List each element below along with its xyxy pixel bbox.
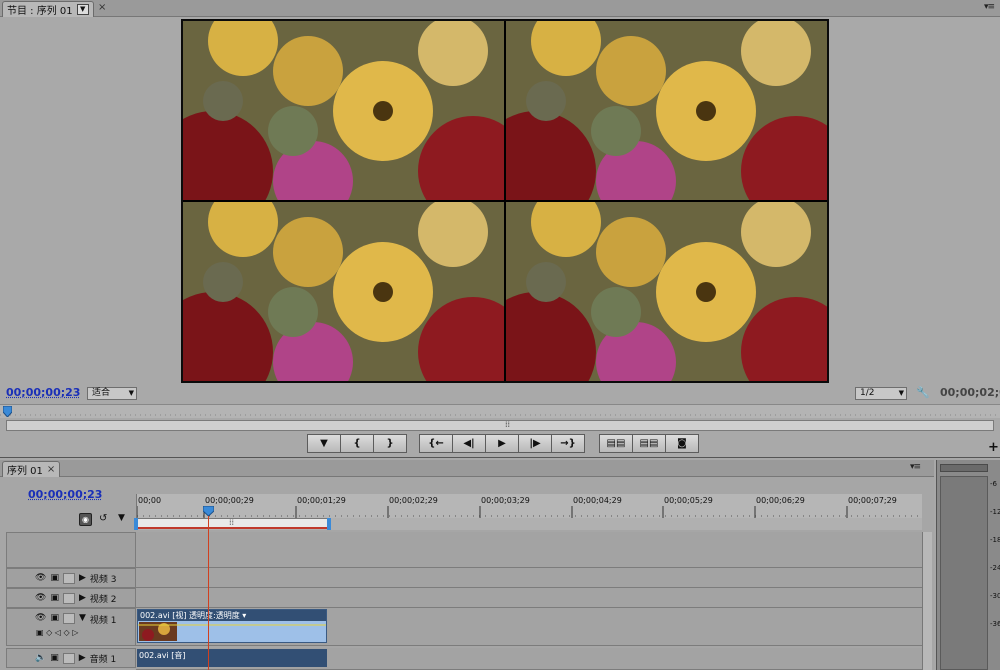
track-spacer — [136, 532, 922, 568]
meter-label: -30 — [990, 592, 1000, 600]
meter-label: -6 — [990, 480, 997, 488]
go-to-in-button[interactable]: {← — [419, 434, 453, 453]
video-grid — [183, 21, 827, 381]
step-back-button[interactable]: ◀| — [452, 434, 486, 453]
video-clip-label: 002.avi [视] 透明度:透明度 ▾ — [138, 610, 326, 621]
mark-out-button[interactable]: } — [373, 434, 407, 453]
edit-button-group: ▤▤ ▤▤ ◙ — [599, 434, 699, 453]
meter-label: -18 — [990, 536, 1000, 544]
work-area-bar[interactable]: ⁞⁞ — [136, 518, 329, 529]
playhead-line — [208, 510, 209, 670]
video-tile — [506, 21, 827, 200]
add-button[interactable]: + — [988, 440, 999, 455]
grip-icon: ⁞⁞ — [229, 518, 235, 527]
expand-arrow-icon[interactable]: ▶ — [79, 653, 86, 663]
speaker-icon[interactable]: 🔈 — [35, 653, 46, 663]
monitor-zoom-scrollbar[interactable]: ⁞⁞ — [6, 420, 994, 431]
video-tile — [506, 202, 827, 381]
video-tile — [183, 21, 504, 200]
track-name: 视频 3 — [89, 574, 117, 585]
keyframe-display-icon[interactable]: ▣ ◇ ◁ ◇ ▷ — [36, 628, 78, 637]
timeline-tab-bar: 序列 01 × ▾≡ — [0, 460, 934, 477]
track-target-toggle[interactable] — [62, 572, 75, 584]
lock-icon[interactable]: ▣ — [50, 613, 59, 623]
timeline-current-timecode[interactable]: 00;00;00;23 — [28, 488, 102, 501]
track-name: 音频 1 — [89, 654, 117, 665]
lock-icon[interactable]: ▣ — [50, 593, 59, 603]
tab-dropdown-button[interactable]: ▼ — [76, 4, 89, 15]
link-icon[interactable]: ↺ — [99, 513, 107, 524]
track-video3[interactable] — [136, 568, 922, 588]
track-header-video3[interactable]: 👁 ▣ ▶ 视频 3 — [6, 568, 136, 588]
snap-icon[interactable]: ◉ — [79, 513, 92, 526]
close-icon[interactable]: × — [98, 2, 106, 13]
meter-label: -36 — [990, 620, 1000, 628]
track-header-video1[interactable]: 👁 ▣ ▼ 视频 1 — [6, 608, 136, 646]
video-tile — [183, 202, 504, 381]
panel-menu-icon[interactable]: ▾≡ — [984, 2, 995, 12]
expand-arrow-icon[interactable]: ▶ — [79, 593, 86, 603]
monitor-current-timecode[interactable]: 00;00;00;23 — [6, 386, 80, 399]
work-area-end-handle[interactable] — [327, 518, 331, 530]
video-clip[interactable]: 002.avi [视] 透明度:透明度 ▾ — [137, 609, 327, 643]
mark-in-button[interactable]: { — [340, 434, 374, 453]
tab-label: 节目 : 序列 01 — [7, 6, 73, 17]
chevron-down-icon: ▼ — [898, 389, 904, 397]
export-frame-button[interactable]: ◙ — [665, 434, 699, 453]
tab-sequence-01[interactable]: 序列 01 × — [2, 461, 61, 477]
meter-label: -12 — [990, 508, 1000, 516]
timeline-vertical-scrollbar[interactable] — [922, 532, 932, 670]
track-video2[interactable] — [136, 588, 922, 608]
go-to-out-button[interactable]: →} — [551, 434, 585, 453]
work-area-start-handle[interactable] — [134, 518, 138, 530]
playhead-marker-icon[interactable] — [3, 406, 12, 417]
track-name: 视频 2 — [89, 594, 117, 605]
chevron-down-icon: ▼ — [128, 389, 134, 397]
fit-dropdown[interactable]: 适合 ▼ — [87, 387, 137, 400]
collapse-arrow-icon[interactable]: ▼ — [79, 613, 86, 623]
eye-icon[interactable]: 👁 — [35, 573, 46, 583]
audio-clip[interactable]: 002.avi [音] — [137, 649, 327, 667]
expand-arrow-icon[interactable]: ▶ — [79, 573, 86, 583]
meter-label: -24 — [990, 564, 1000, 572]
track-target-toggle[interactable] — [62, 652, 75, 664]
tab-program-sequence[interactable]: 节目 : 序列 01 ▼ — [2, 1, 94, 17]
resolution-dropdown[interactable]: 1/2 ▼ — [855, 387, 907, 400]
track-header-video2[interactable]: 👁 ▣ ▶ 视频 2 — [6, 588, 136, 608]
playback-button-group: {← ◀| ▶ |▶ →} — [419, 434, 585, 453]
monitor-tab-bar: 节目 : 序列 01 ▼ × ▾≡ — [0, 0, 1000, 17]
marker-icon[interactable]: ▼ — [118, 513, 125, 523]
monitor-duration-timecode: 00;00;02;02 — [940, 386, 1000, 399]
track-target-toggle[interactable] — [62, 592, 75, 604]
close-icon[interactable]: × — [47, 464, 55, 475]
play-button[interactable]: ▶ — [485, 434, 519, 453]
extract-button[interactable]: ▤▤ — [632, 434, 666, 453]
set-marker-button[interactable]: ▼ — [307, 434, 341, 453]
track-name: 视频 1 — [89, 616, 117, 626]
eye-icon[interactable]: 👁 — [35, 613, 46, 623]
video-preview — [181, 19, 829, 383]
resolution-label: 1/2 — [860, 388, 875, 398]
eye-icon[interactable]: 👁 — [35, 593, 46, 603]
marker-button-group: ▼ { } — [307, 434, 407, 453]
time-ruler[interactable]: 00;00 00;00;00;29 00;00;01;29 00;00;02;2… — [136, 494, 923, 518]
playhead-icon[interactable] — [203, 506, 214, 516]
lift-button[interactable]: ▤▤ — [599, 434, 633, 453]
lock-icon[interactable]: ▣ — [50, 653, 59, 663]
track-header-spacer — [6, 532, 136, 568]
step-forward-button[interactable]: |▶ — [518, 434, 552, 453]
meter-tab[interactable] — [940, 464, 988, 472]
tab-label: 序列 01 — [7, 466, 43, 477]
lock-icon[interactable]: ▣ — [50, 573, 59, 583]
wrench-icon[interactable]: 🔧 — [916, 386, 930, 399]
fit-dropdown-label: 适合 — [92, 388, 111, 398]
track-header-audio1[interactable]: 🔈 ▣ ▶ 音频 1 — [6, 648, 136, 668]
track-target-toggle[interactable] — [62, 613, 75, 624]
panel-menu-icon[interactable]: ▾≡ — [910, 462, 921, 472]
audio-meter — [940, 476, 988, 670]
monitor-mini-ruler[interactable] — [0, 404, 1000, 418]
grip-icon: ⁞⁞ — [505, 420, 511, 429]
